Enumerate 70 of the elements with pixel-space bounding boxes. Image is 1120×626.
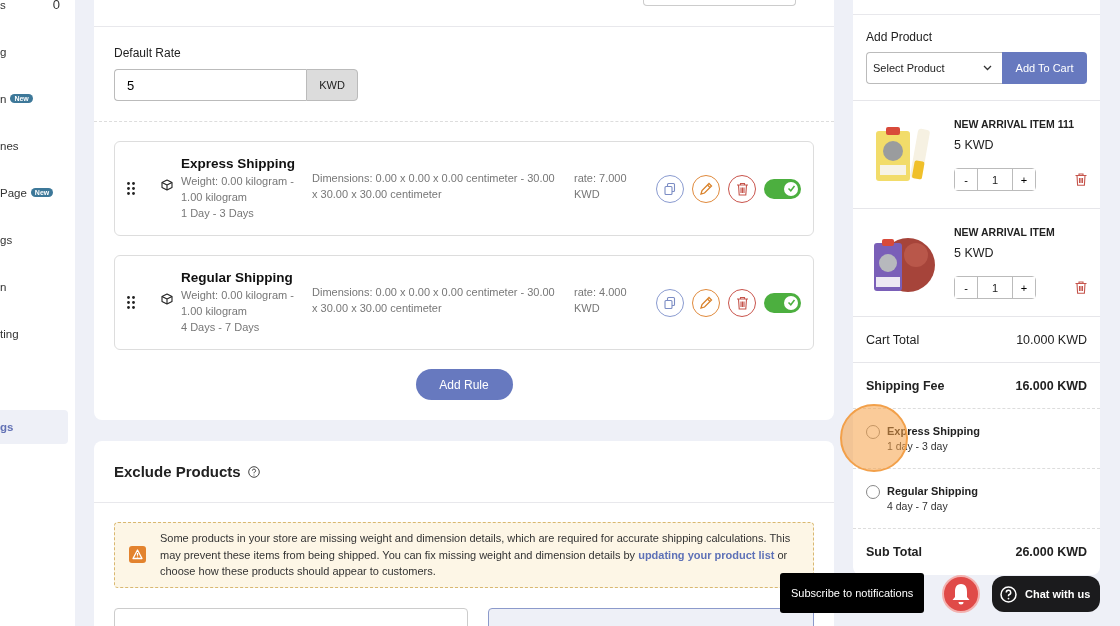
trash-icon[interactable] bbox=[1075, 173, 1087, 186]
section-title: Exclude Products bbox=[114, 463, 241, 480]
check-icon bbox=[786, 184, 796, 193]
pencil-icon bbox=[699, 295, 713, 310]
sidebar-count: 0 bbox=[52, 0, 60, 12]
duplicate-button[interactable] bbox=[656, 288, 684, 317]
sidebar-item[interactable]: s 0 bbox=[0, 0, 68, 28]
weight-range: Weight: 0.00 kilogram - 1.00 kilogram bbox=[181, 288, 295, 319]
sidebar-item[interactable]: gs bbox=[0, 410, 68, 444]
currency-addon: KWD bbox=[306, 69, 358, 101]
field-label: Default Rate bbox=[114, 46, 182, 60]
sidebar-item[interactable]: n bbox=[0, 263, 68, 310]
add-rule-button[interactable]: Add Rule bbox=[415, 369, 513, 400]
product-name: NEW ARRIVAL ITEM 111 bbox=[954, 118, 1075, 130]
add-to-cart-button[interactable]: Add To Cart bbox=[1002, 52, 1087, 84]
option-duration: 4 day - 7 day bbox=[887, 500, 949, 512]
toggle-switch[interactable] bbox=[764, 292, 801, 313]
field-label: Add Product bbox=[866, 30, 934, 44]
copy-icon bbox=[663, 181, 677, 196]
product-price: 5 KWD bbox=[954, 246, 995, 260]
cart-total-label: Cart Total bbox=[866, 332, 920, 347]
chat-button[interactable]: Chat with us bbox=[992, 576, 1100, 612]
product-price: 5 KWD bbox=[954, 138, 995, 152]
delivery-time: 4 Days - 7 Days bbox=[181, 320, 261, 335]
delivery-time: 1 Day - 3 Days bbox=[181, 206, 255, 221]
dimensions-range: Dimensions: 0.00 x 0.00 x 0.00 centimeter - 30.00 x 30.00 x 30.00 centimeter bbox=[312, 171, 556, 202]
sidebar-item[interactable]: gs bbox=[0, 216, 68, 263]
sub-total-value: 26.000 KWD bbox=[1015, 545, 1087, 559]
delete-button[interactable] bbox=[728, 288, 756, 317]
question-icon bbox=[1000, 585, 1017, 603]
shipping-fee-value: 16.000 KWD bbox=[1015, 378, 1087, 393]
product-select[interactable]: Select Product bbox=[866, 52, 1002, 84]
pencil-icon bbox=[699, 181, 713, 196]
rule-rate: rate: 4.000 KWD bbox=[574, 285, 628, 316]
trash-icon[interactable] bbox=[1075, 281, 1087, 294]
weight-range: Weight: 0.00 kilogram - 1.00 kilogram bbox=[181, 174, 295, 205]
rule-name: Express Shipping bbox=[181, 156, 297, 171]
notification-tooltip: Subscribe to notifications bbox=[780, 573, 925, 613]
rule-name: Regular Shipping bbox=[181, 270, 294, 285]
dimensions-range: Dimensions: 0.00 x 0.00 x 0.00 centimeter - 30.00 x 30.00 x 30.00 centimeter bbox=[312, 285, 556, 316]
edit-button[interactable] bbox=[692, 174, 720, 203]
product-name: NEW ARRIVAL ITEM bbox=[954, 226, 1056, 238]
box-icon bbox=[161, 178, 173, 191]
chevron-down-icon bbox=[983, 65, 992, 71]
help-icon[interactable] bbox=[247, 465, 260, 478]
copy-icon bbox=[663, 295, 677, 310]
trash-icon bbox=[735, 295, 749, 310]
notification-bell-button[interactable] bbox=[942, 575, 980, 613]
sub-total-label: Sub Total bbox=[866, 545, 922, 559]
trash-icon bbox=[735, 181, 749, 196]
product-list-link[interactable]: updating your product list bbox=[638, 548, 775, 561]
sidebar-item[interactable]: g bbox=[0, 28, 68, 75]
default-rate-input[interactable]: 5 bbox=[114, 69, 306, 101]
duplicate-button[interactable] bbox=[656, 174, 684, 203]
option-name: Regular Shipping bbox=[887, 485, 979, 497]
drag-handle-icon[interactable] bbox=[127, 296, 135, 309]
warning-icon bbox=[129, 546, 146, 564]
drag-handle-icon[interactable] bbox=[127, 182, 135, 195]
sidebar-item[interactable]: ting bbox=[0, 310, 68, 357]
rule-rate: rate: 7.000 KWD bbox=[574, 171, 628, 202]
edit-button[interactable] bbox=[692, 288, 720, 317]
check-icon bbox=[786, 298, 796, 307]
cart-total-value: 10.000 KWD bbox=[1016, 332, 1087, 347]
bell-icon bbox=[950, 582, 972, 606]
sidebar-item[interactable]: nes bbox=[0, 122, 68, 169]
delete-button[interactable] bbox=[728, 174, 756, 203]
toggle-switch[interactable] bbox=[764, 178, 801, 199]
shipping-fee-label: Shipping Fee bbox=[866, 378, 945, 393]
shipping-option[interactable]: Regular Shipping 4 day - 7 day bbox=[853, 469, 1100, 529]
box-icon bbox=[161, 292, 173, 305]
